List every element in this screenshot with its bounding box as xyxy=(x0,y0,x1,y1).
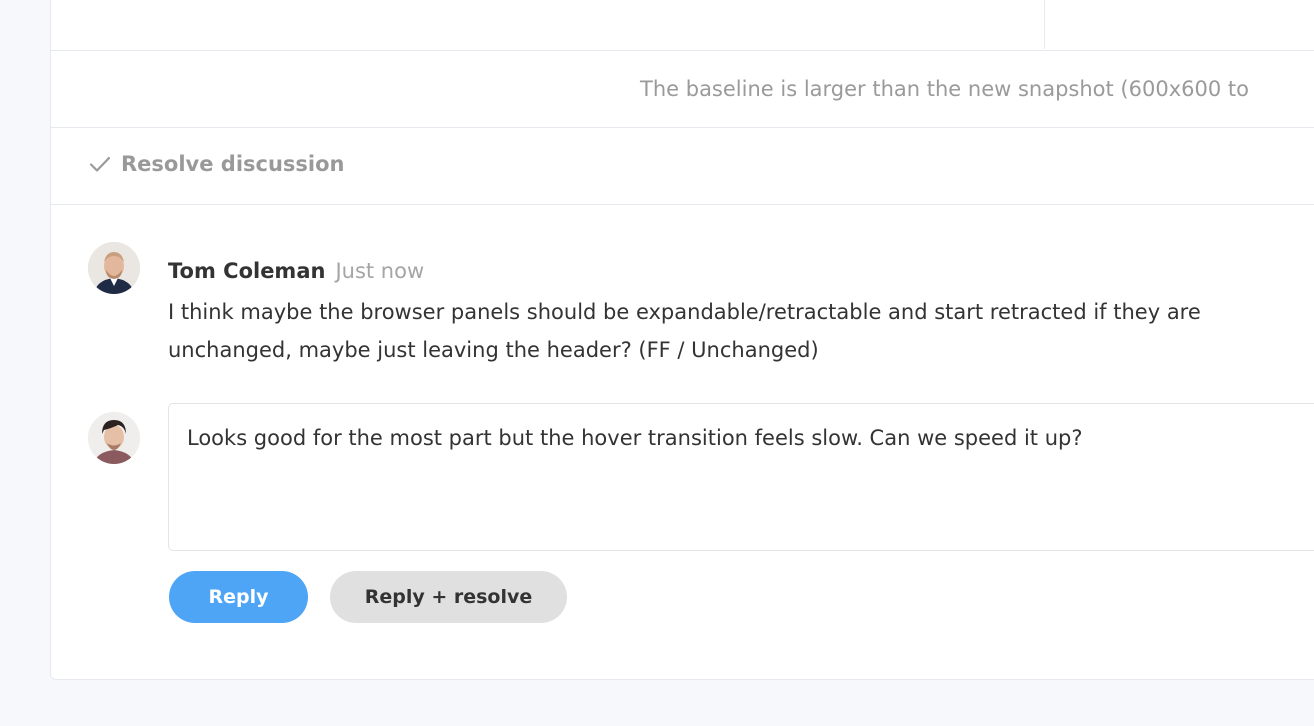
comment-author[interactable]: Tom Coleman xyxy=(168,259,325,283)
snapshot-size-notice: The baseline is larger than the new snap… xyxy=(640,77,1249,101)
comment-text: I think maybe the browser panels should … xyxy=(168,300,1201,362)
comment-timestamp: Just now xyxy=(335,259,425,283)
avatar xyxy=(88,412,140,464)
check-icon xyxy=(89,156,111,172)
resolve-discussion-label: Resolve discussion xyxy=(121,152,345,176)
user-avatar-icon xyxy=(88,242,140,294)
current-user-avatar-icon xyxy=(88,412,140,464)
snapshot-panes xyxy=(51,0,1314,51)
notice-row: The baseline is larger than the new snap… xyxy=(51,50,1314,128)
comment-meta: Tom Coleman Just now xyxy=(168,259,424,283)
reply-resolve-button[interactable]: Reply + resolve xyxy=(330,571,567,623)
resolve-discussion-button[interactable]: Resolve discussion xyxy=(87,151,344,177)
resolve-row: Resolve discussion xyxy=(51,127,1314,205)
avatar xyxy=(88,242,140,294)
reply-input[interactable]: Looks good for the most part but the hov… xyxy=(168,403,1314,551)
reply-button[interactable]: Reply xyxy=(169,571,308,623)
pane-divider xyxy=(1044,0,1045,49)
